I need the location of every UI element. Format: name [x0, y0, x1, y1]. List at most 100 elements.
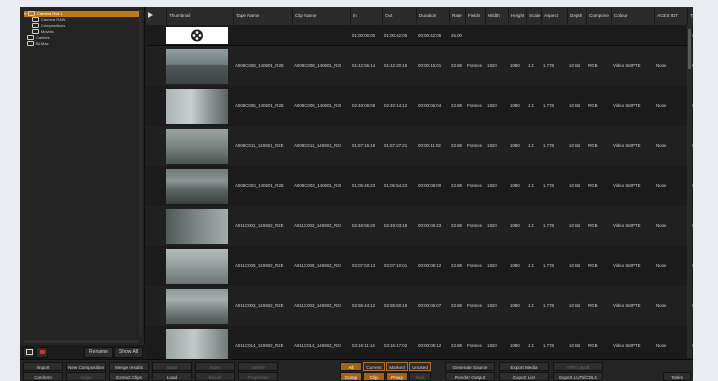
load-button[interactable]: Load [152, 372, 192, 381]
cell-clip: A008C006_140601_R2I [294, 103, 342, 108]
column-header[interactable]: Scale [526, 7, 541, 25]
play-icon[interactable] [148, 12, 153, 18]
bin-tree-label: BLMas [36, 41, 49, 46]
merge-results-button[interactable]: Merge results [109, 362, 149, 371]
cell-depth: 10 Bit [569, 183, 581, 188]
cell-depth: 10 Bit [569, 303, 581, 308]
cell-clip: A008C003_140601_R2I [294, 183, 342, 188]
type-comp-button[interactable]: Comp [340, 372, 362, 381]
column-header[interactable]: Rate [449, 7, 465, 25]
table-row[interactable]: A011C003_140602_R2E A011C003_140602_R2I 02… [146, 286, 693, 327]
app-window: ▾ Camera Roll 1 Camera RAW Compositions Movi… [20, 7, 693, 381]
table-row[interactable]: 01:00:00:0001:00:42:0500:00:42:0525.00CO… [146, 25, 693, 46]
table-row[interactable]: A008C008_140601_R2E A008C008_140601_R2I 01… [146, 46, 693, 87]
column-header[interactable]: Depth [567, 7, 586, 25]
type-clip-button[interactable]: Clip [363, 372, 385, 381]
vtr-layoff-button[interactable]: VTR Layoff [553, 362, 603, 371]
bottom-toolbar: Import Conform New Composition Copy Merg… [20, 359, 693, 381]
recall-button[interactable]: Recall [195, 372, 235, 381]
filter-current-button[interactable]: Current [363, 362, 385, 371]
export-luts-button[interactable]: Export LUTs/CDLs [553, 372, 603, 381]
cell-component: RGB [588, 263, 598, 268]
column-header[interactable]: Thumbnail [166, 7, 233, 25]
column-header[interactable]: In [350, 7, 382, 25]
cell-duration: 00:00:08:00 [418, 183, 442, 188]
render-output-button[interactable]: Render Output [445, 372, 495, 381]
filter-marked-button[interactable]: Marked [386, 362, 408, 371]
cell-clip: A011C002_140602_R2I [294, 223, 341, 228]
find-button[interactable]: Find [409, 372, 431, 381]
folder-icon [32, 17, 39, 23]
extract-clips-button[interactable]: Extract Clips [109, 372, 149, 381]
cell-height: 1080 [510, 223, 520, 228]
cell-aces: None [656, 303, 667, 308]
cell-out: 02:40:14:12 [384, 103, 408, 108]
scroll-thumb[interactable] [688, 29, 691, 69]
import-button[interactable]: Import [23, 362, 63, 371]
cell-depth: 10 Bit [569, 263, 581, 268]
column-header[interactable]: Width [485, 7, 508, 25]
store-button[interactable]: Store [195, 362, 235, 371]
copy-button[interactable]: Copy [66, 372, 106, 381]
table-row[interactable]: A008C003_140601_R2E A008C003_140601_R2I 01… [146, 166, 693, 207]
cell-aces: None [656, 183, 667, 188]
table-row[interactable]: A008C011_140601_R2E A008C011_140601_R2I 01… [146, 126, 693, 167]
trash-icon [39, 349, 45, 354]
cell-in: 02:48:56:20 [352, 223, 376, 228]
column-header[interactable]: Aspect [541, 7, 567, 25]
sidebar-hscrollbar[interactable] [24, 340, 138, 343]
filter-all-button[interactable]: All [340, 362, 362, 371]
column-header[interactable]: Height [508, 7, 526, 25]
cell-scale: 1:1 [528, 223, 535, 228]
cell-aces: None [656, 263, 667, 268]
export-media-button[interactable]: Export Media [499, 362, 549, 371]
sidebar-scrollbar[interactable] [139, 10, 142, 335]
export-list-button[interactable]: Export List [499, 372, 549, 381]
cell-out: 02:49:03:19 [384, 223, 408, 228]
filter-unused-button[interactable]: Unused [409, 362, 431, 371]
table-scrollbar[interactable] [687, 25, 692, 358]
column-header[interactable]: Type [687, 7, 693, 25]
column-header[interactable]: Out [382, 7, 416, 25]
save-button[interactable]: Save [152, 362, 192, 371]
rename-button[interactable]: Rename [84, 347, 113, 358]
column-header[interactable]: Compone [586, 7, 611, 25]
cell-clip: A008C008_140601_R2I [294, 63, 342, 68]
type-proxy-button[interactable]: Proxy [386, 372, 408, 381]
table-row[interactable]: A011C009_140602_R2E A011C009_140602_R2I 03… [146, 246, 693, 287]
column-header[interactable]: Duration [416, 7, 449, 25]
cell-aspect: 1.778 [543, 63, 554, 68]
show-all-button[interactable]: Show All [114, 347, 143, 358]
column-header[interactable]: ACES IDT [654, 7, 687, 25]
clip-thumbnail [166, 129, 228, 164]
bin-tree-item[interactable]: BLMas [24, 41, 140, 47]
cell-scale: 1:1 [528, 103, 535, 108]
clip-thumbnail [166, 289, 228, 324]
properties-button[interactable]: Properties [238, 372, 278, 381]
cell-rate: 23.98 [451, 183, 462, 188]
generate-source-button[interactable]: Generate Source [445, 362, 495, 371]
new-bin-button[interactable] [23, 347, 35, 358]
cell-scale: 1:1 [528, 263, 535, 268]
column-header[interactable]: Clip Name [292, 7, 350, 25]
cell-aspect: 1.778 [543, 183, 554, 188]
cell-aces: None [656, 63, 667, 68]
table-row[interactable]: A008C006_140601_R2E A008C006_140601_R2I 02… [146, 86, 693, 127]
bin-tree: ▾ Camera Roll 1 Camera RAW Compositions Movi… [24, 11, 140, 47]
cell-out: 01:57:27:21 [384, 143, 408, 148]
column-header[interactable]: Fields [465, 7, 485, 25]
new-composition-button[interactable]: New Composition [66, 362, 106, 371]
conform-button[interactable]: Conform [23, 372, 63, 381]
column-header[interactable]: Tape Name [233, 7, 292, 25]
table-header: Thumbnail Tape Name Clip Name In Out Duration… [146, 7, 693, 26]
table-row[interactable]: A011C002_140602_R2E A011C002_140602_R2I 02… [146, 206, 693, 247]
delete-bin-button[interactable] [36, 347, 48, 358]
cell-colour: Video SMPTE [613, 63, 641, 68]
cell-tape: A011C014_140602_R2E [235, 343, 284, 348]
cell-height: 1080 [510, 63, 520, 68]
column-header[interactable]: Colour [611, 7, 654, 25]
delete-button[interactable]: Delete [238, 362, 278, 371]
cell-height: 1080 [510, 343, 520, 348]
tasks-button[interactable]: Tasks [663, 372, 691, 381]
cell-rate: 23.98 [451, 343, 462, 348]
